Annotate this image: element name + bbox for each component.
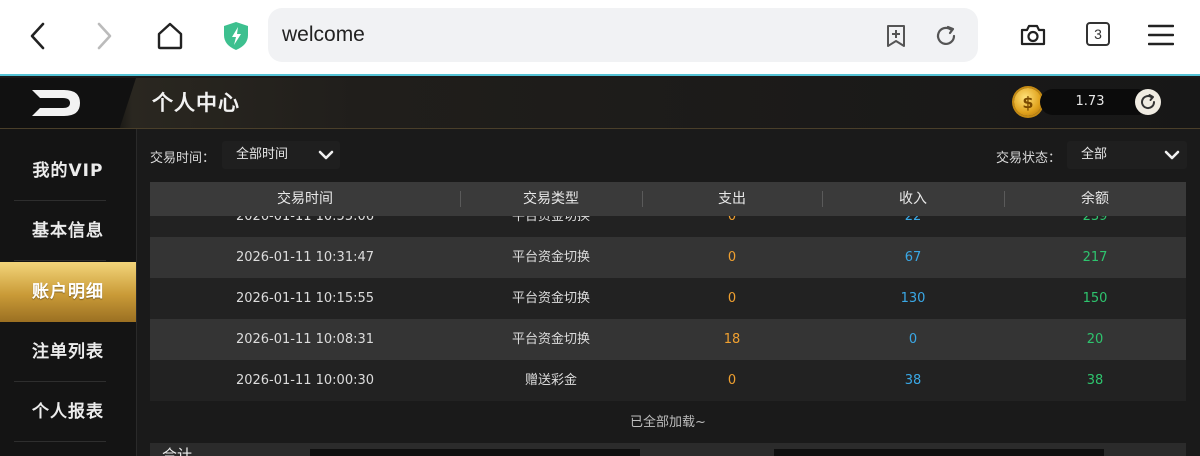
summary-label: 合计: [162, 446, 193, 456]
cell-type: 平台资金切换: [511, 291, 590, 306]
cell-balance: 239: [1082, 216, 1108, 224]
cell-balance: 38: [1086, 373, 1104, 388]
table-row: 2026-01-11 10:08:31 平台资金切换 18 0 20: [150, 319, 1186, 360]
load-complete-text: 已全部加载~: [630, 415, 706, 430]
cell-balance: 20: [1086, 332, 1104, 347]
bookmark-add-icon: [887, 25, 905, 47]
sidebar-item-label: 注单列表: [32, 342, 104, 362]
status-filter-value: 全部: [1081, 147, 1108, 162]
security-indicator[interactable]: [220, 18, 252, 54]
cell-expense: 0: [727, 250, 737, 265]
sidebar-item-personal-report[interactable]: 个人报表: [0, 382, 136, 442]
summary-expense-box: [310, 449, 640, 456]
cell-expense: 0: [727, 291, 737, 306]
balance-display: 1.73: [1040, 89, 1150, 115]
table-row: 2026-01-11 10:31:47 平台资金切换 0 67 217: [150, 237, 1186, 278]
cell-time: 2026-01-11 10:08:31: [235, 332, 375, 347]
cell-type: 赠送彩金: [524, 373, 577, 388]
cell-time: 2026-01-11 10:00:30: [235, 373, 375, 388]
refresh-icon: [1141, 94, 1156, 110]
coin-icon: $: [1014, 88, 1042, 116]
sidebar-item-label: 基本信息: [32, 221, 104, 241]
sidebar-item-basic-info[interactable]: 基本信息: [0, 201, 136, 261]
cell-income: 22: [904, 216, 922, 224]
sidebar-item-label: 账户明细: [32, 282, 104, 302]
add-bookmark-button[interactable]: [882, 22, 910, 50]
reload-button[interactable]: [932, 22, 960, 50]
status-filter-select[interactable]: 全部: [1067, 141, 1187, 169]
time-filter-label: 交易时间：: [150, 151, 216, 166]
hamburger-menu-icon: [1148, 24, 1174, 46]
back-button[interactable]: [20, 18, 56, 54]
screenshot-button[interactable]: [1016, 18, 1050, 52]
url-text: welcome: [282, 23, 365, 46]
transaction-table[interactable]: 2026-01-11 10:55:06 平台资金切换 0 22 239 2026…: [150, 216, 1186, 403]
table-row: 2026-01-11 10:15:55 平台资金切换 0 130 150: [150, 278, 1186, 319]
sidebar-item-bet-list[interactable]: 注单列表: [0, 322, 136, 382]
cell-time: 2026-01-11 10:15:55: [235, 291, 375, 306]
sidebar-item-label: 个人报表: [32, 402, 104, 422]
column-header-type: 交易类型: [523, 191, 579, 207]
cell-expense: 18: [723, 332, 741, 347]
cell-income: 67: [904, 250, 922, 265]
page-title: 个人中心: [152, 91, 240, 115]
cell-type: 平台资金切换: [511, 250, 590, 265]
browser-menu-button[interactable]: [1144, 18, 1178, 52]
cell-income: 130: [900, 291, 926, 306]
shield-icon: [224, 22, 248, 50]
cell-income: 38: [904, 373, 922, 388]
browser-toolbar: welcome 3: [0, 0, 1200, 76]
time-filter-value: 全部时间: [236, 147, 289, 162]
sidebar-item-vip[interactable]: 我的VIP: [0, 141, 136, 201]
chevron-right-icon: [97, 22, 112, 50]
home-icon: [157, 22, 183, 50]
chevron-down-icon: [318, 150, 334, 160]
logo-icon: [32, 90, 80, 116]
logo[interactable]: [0, 78, 136, 128]
summary-balance-box: [774, 449, 1104, 456]
status-filter-label: 交易状态：: [996, 151, 1062, 166]
home-button[interactable]: [150, 17, 190, 55]
column-header-time: 交易时间: [277, 191, 333, 207]
sidebar: 我的VIP 基本信息 账户明细 注单列表 个人报表: [0, 129, 137, 456]
address-bar[interactable]: welcome: [268, 8, 978, 62]
column-header-expense: 支出: [718, 191, 746, 207]
cell-income: 0: [908, 332, 918, 347]
sidebar-item-label: 我的VIP: [32, 161, 104, 181]
column-header-income: 收入: [899, 191, 927, 207]
tab-switcher-button[interactable]: 3: [1086, 22, 1110, 46]
cell-type: 平台资金切换: [511, 216, 590, 224]
cell-balance: 150: [1082, 291, 1108, 306]
chevron-down-icon: [1164, 150, 1180, 160]
cell-expense: 0: [727, 216, 737, 224]
sidebar-item-account-details[interactable]: 账户明细: [0, 262, 136, 322]
chevron-left-icon: [30, 22, 45, 50]
refresh-balance-button[interactable]: [1135, 89, 1161, 115]
cell-expense: 0: [727, 373, 737, 388]
cell-balance: 217: [1082, 250, 1108, 265]
forward-button[interactable]: [86, 18, 122, 54]
camera-icon: [1020, 24, 1046, 46]
cell-time: 2026-01-11 10:55:06: [235, 216, 375, 224]
cell-time: 2026-01-11 10:31:47: [235, 250, 375, 265]
table-row: 2026-01-11 10:55:06 平台资金切换 0 22 239: [150, 216, 1186, 237]
table-row: 2026-01-11 10:00:30 赠送彩金 0 38 38: [150, 360, 1186, 401]
cell-type: 平台资金切换: [511, 332, 590, 347]
table-header: 交易时间 交易类型 支出 收入 余额: [150, 182, 1186, 216]
reload-icon: [936, 25, 956, 45]
column-header-balance: 余额: [1081, 191, 1109, 207]
summary-bar: 合计: [150, 443, 1186, 456]
time-filter-select[interactable]: 全部时间: [222, 141, 340, 169]
balance-value: 1.73: [1075, 94, 1105, 109]
